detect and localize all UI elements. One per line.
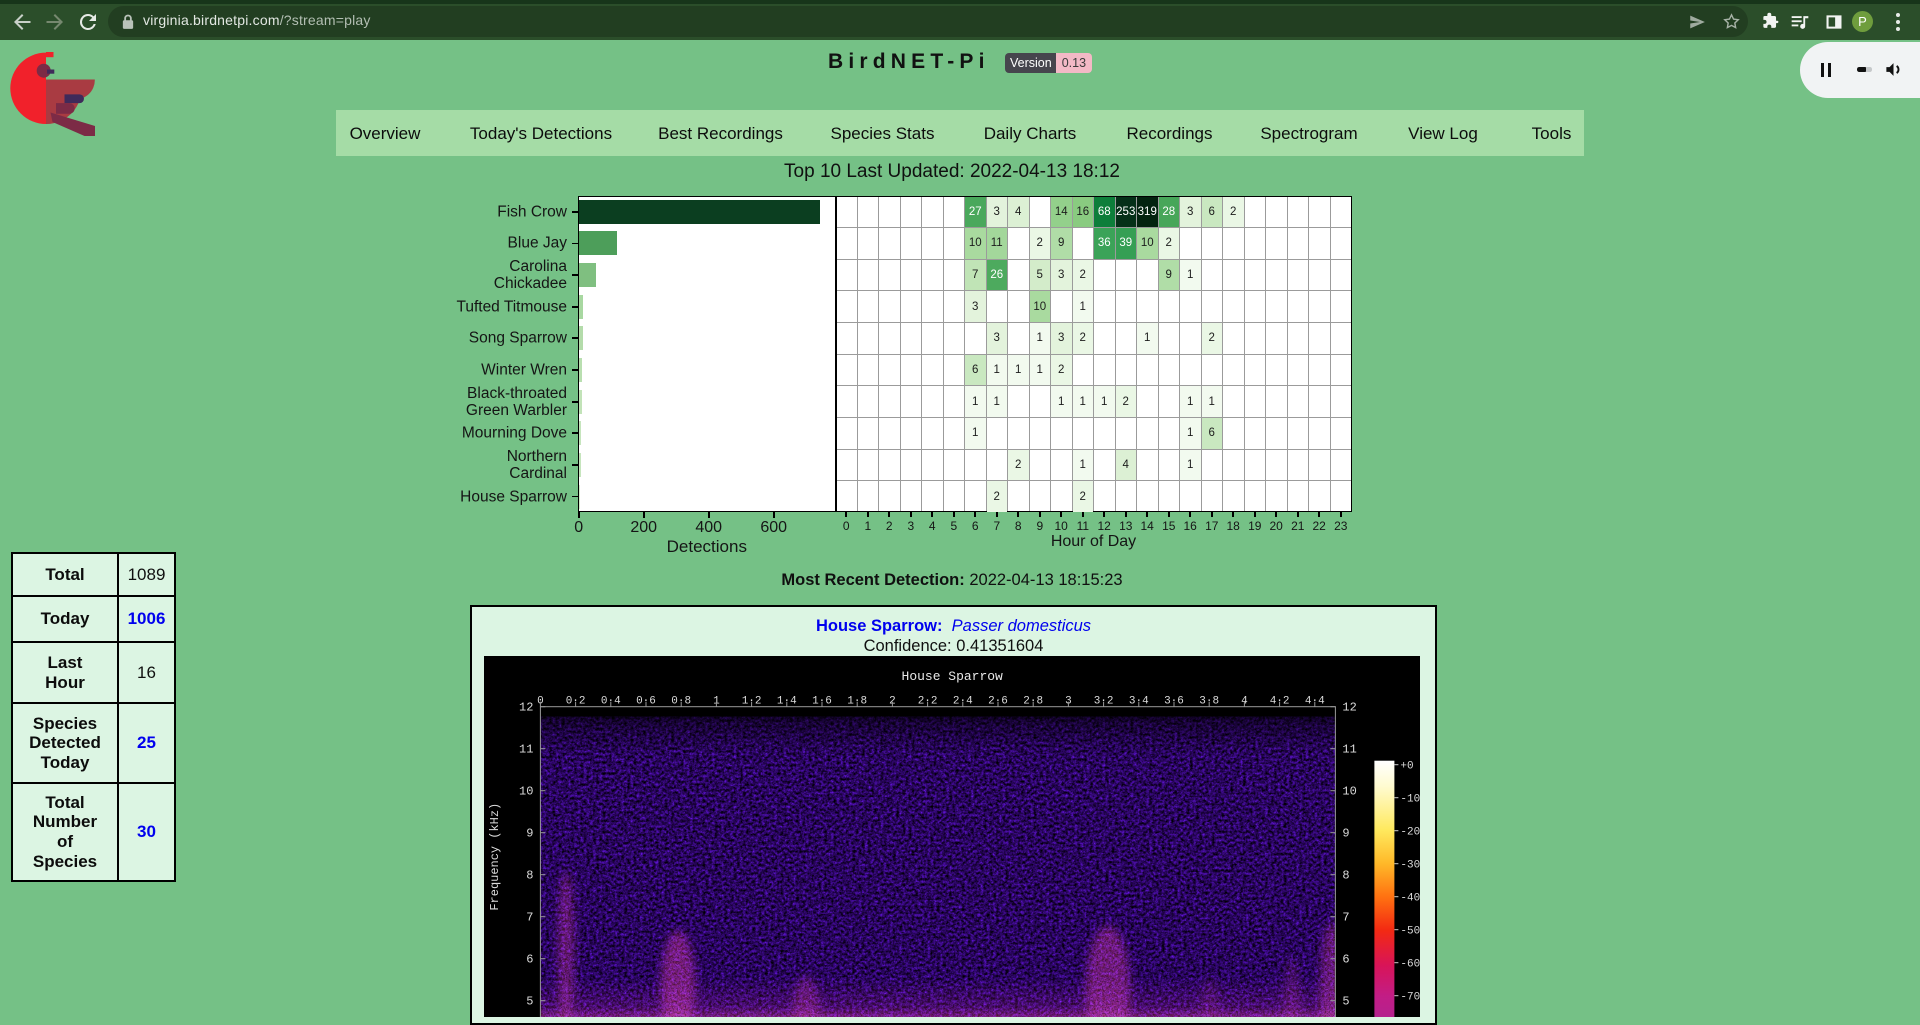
svg-text:9: 9 <box>526 827 533 841</box>
svg-text:7: 7 <box>526 911 533 925</box>
svg-text:6: 6 <box>526 953 533 967</box>
svg-text:House Sparrow: House Sparrow <box>901 669 1003 684</box>
svg-text:-70: -70 <box>1400 992 1420 1004</box>
svg-text:10: 10 <box>519 785 533 799</box>
svg-text:-40: -40 <box>1400 893 1420 905</box>
svg-text:-10: -10 <box>1400 794 1420 806</box>
svg-text:-30: -30 <box>1400 860 1420 872</box>
svg-text:6: 6 <box>1342 953 1349 967</box>
svg-text:-60: -60 <box>1400 959 1420 971</box>
svg-text:8: 8 <box>1342 869 1349 883</box>
svg-text:8: 8 <box>526 869 533 883</box>
svg-text:Frequency (kHz): Frequency (kHz) <box>488 803 502 911</box>
svg-text:5: 5 <box>1342 995 1349 1009</box>
svg-text:12: 12 <box>519 701 533 715</box>
svg-text:5: 5 <box>526 995 533 1009</box>
svg-text:12: 12 <box>1342 701 1356 715</box>
svg-text:10: 10 <box>1342 785 1356 799</box>
svg-text:7: 7 <box>1342 911 1349 925</box>
svg-text:+0: +0 <box>1400 761 1413 773</box>
svg-text:11: 11 <box>1342 743 1356 757</box>
svg-text:9: 9 <box>1342 827 1349 841</box>
svg-text:-50: -50 <box>1400 926 1420 938</box>
svg-text:11: 11 <box>519 743 533 757</box>
svg-text:-20: -20 <box>1400 827 1420 839</box>
